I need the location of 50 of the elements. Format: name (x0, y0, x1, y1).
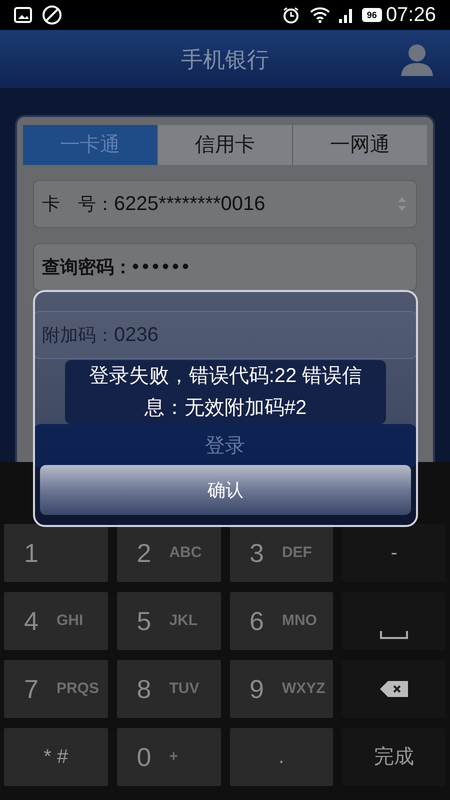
clock-time: 07:26 (386, 5, 436, 25)
field-label: 附加码： (42, 324, 114, 346)
keyboard-key[interactable]: 2 ABC (116, 524, 220, 582)
blocked-icon (42, 5, 62, 25)
key-letters: PRQS (56, 678, 99, 699)
battery-indicator: 96 (362, 8, 382, 22)
signal-icon (338, 7, 354, 23)
key-letters: MNO (282, 610, 317, 631)
keyboard-key[interactable]: 7 PRQS (4, 660, 108, 718)
space-icon (380, 630, 408, 640)
keyboard-key[interactable] (342, 660, 446, 718)
key-letters: TUV (169, 678, 200, 699)
keyboard-key[interactable]: 9 WXYZ (230, 660, 334, 718)
input-field[interactable]: 附加码：0236 (33, 311, 417, 359)
key-letters: ABC (169, 542, 202, 563)
backspace-icon (379, 680, 410, 698)
field-label: 查询密码： (42, 256, 132, 278)
keyboard-key[interactable]: 6 MNO (230, 592, 334, 650)
field-value: 6225********0016 (114, 192, 266, 217)
keyboard-key[interactable]: 8 TUV (116, 660, 220, 718)
tab[interactable]: 一卡通 (23, 125, 157, 165)
login-button[interactable]: 登录 (33, 424, 417, 468)
keyboard-key[interactable]: 3 DEF (230, 524, 334, 582)
input-field[interactable]: 卡 号：6225********0016 (33, 180, 417, 228)
wifi-icon (310, 7, 330, 23)
key-letters: GHI (56, 610, 84, 631)
header-title: 手机银行 (181, 46, 269, 74)
keyboard-key[interactable]: 0 + (116, 728, 220, 786)
dialog-message: 登录失败，错误代码:22 错误信息：无效附加码#2 (65, 360, 386, 424)
keyboard-key[interactable]: * # (4, 728, 108, 786)
keyboard-key[interactable]: . (230, 728, 334, 786)
keyboard-key[interactable]: 5 JKL (116, 592, 220, 650)
key-letters: DEF (282, 542, 312, 563)
tab[interactable]: 信用卡 (157, 125, 292, 165)
keyboard-key[interactable]: 4 GHI (4, 592, 108, 650)
input-field[interactable]: 查询密码：•••••• (33, 243, 417, 291)
field-value: •••••• (132, 255, 192, 280)
key-letters: WXYZ (282, 678, 326, 699)
user-icon[interactable] (400, 42, 434, 76)
alarm-icon (282, 6, 300, 24)
key-letters: + (169, 746, 178, 767)
field-label: 卡 号： (42, 192, 114, 216)
keyboard-key[interactable]: - (342, 524, 446, 582)
tab[interactable]: 一网通 (292, 125, 427, 165)
field-value: 0236 (114, 323, 158, 348)
keyboard-key[interactable]: 完成 (342, 728, 446, 786)
image-icon (14, 7, 32, 23)
keyboard-key[interactable]: 1 (4, 524, 108, 582)
key-letters: JKL (169, 610, 198, 631)
confirm-button[interactable]: 确认 (40, 465, 411, 515)
